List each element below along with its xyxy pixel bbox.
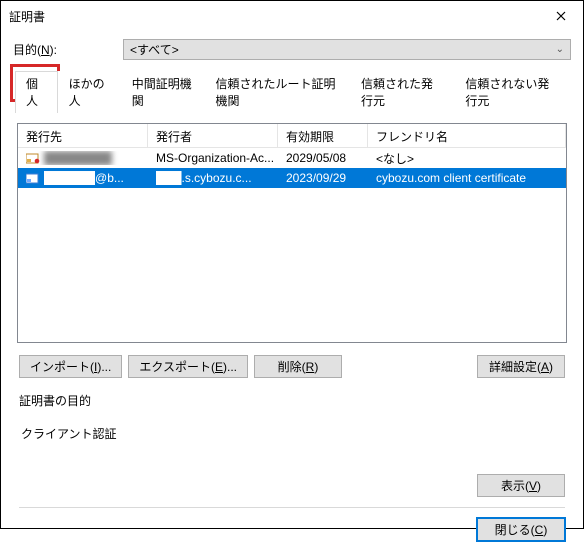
close-icon bbox=[556, 11, 566, 21]
certificates-dialog: 証明書 目的(N): <すべて> ⌄ 個人 ほかの人 中間証明機関 信頼されたル… bbox=[0, 0, 584, 529]
cell-expire: 2023/09/29 bbox=[278, 171, 368, 185]
cert-action-row: インポート(I)... エクスポート(E)... 削除(R) 詳細設定(A) bbox=[19, 355, 565, 378]
tab-trusted-root-ca[interactable]: 信頼されたルート証明機関 bbox=[205, 71, 351, 113]
purpose-label: 目的(N): bbox=[13, 41, 123, 58]
col-expire[interactable]: 有効期限 bbox=[278, 124, 368, 147]
tab-strip: 個人 ほかの人 中間証明機関 信頼されたルート証明機関 信頼された発行元 信頼さ… bbox=[15, 70, 569, 113]
intended-purpose-label: 証明書の目的 bbox=[19, 392, 565, 409]
table-row[interactable]: ████████ MS-Organization-Ac... 2029/05/0… bbox=[18, 148, 566, 168]
cell-friendly: cybozu.com client certificate bbox=[368, 171, 566, 185]
cell-issued-to: ████████ bbox=[18, 151, 148, 165]
export-button[interactable]: エクスポート(E)... bbox=[128, 355, 248, 378]
tab-intermediate-ca[interactable]: 中間証明機関 bbox=[121, 71, 205, 113]
intended-purpose-box: クライアント認証 bbox=[17, 415, 567, 444]
close-button[interactable]: 閉じる(C) bbox=[477, 518, 565, 541]
window-title: 証明書 bbox=[9, 8, 538, 25]
cell-expire: 2029/05/08 bbox=[278, 151, 368, 165]
cell-friendly: <なし> bbox=[368, 150, 566, 167]
purpose-select[interactable]: <すべて> ⌄ bbox=[123, 39, 571, 60]
titlebar: 証明書 bbox=[1, 1, 583, 31]
intended-purpose-value: クライアント認証 bbox=[19, 419, 565, 442]
certificate-list[interactable]: 発行先 発行者 有効期限 フレンドリ名 ████████ MS-Organiza… bbox=[17, 123, 567, 343]
tab-personal[interactable]: 個人 bbox=[15, 71, 58, 113]
col-issued-to[interactable]: 発行先 bbox=[18, 124, 148, 147]
dialog-body: 目的(N): <すべて> ⌄ 個人 ほかの人 中間証明機関 信頼されたルート証明… bbox=[1, 31, 583, 557]
table-row[interactable]: ██████@b... ███.s.cybozu.c... 2023/09/29… bbox=[18, 168, 566, 188]
certificate-icon bbox=[26, 152, 40, 164]
cell-issued-by: MS-Organization-Ac... bbox=[148, 151, 278, 165]
tabs-wrap: 個人 ほかの人 中間証明機関 信頼されたルート証明機関 信頼された発行元 信頼さ… bbox=[13, 70, 571, 545]
window-close-button[interactable] bbox=[538, 1, 583, 31]
advanced-button[interactable]: 詳細設定(A) bbox=[477, 355, 565, 378]
list-header: 発行先 発行者 有効期限 フレンドリ名 bbox=[18, 124, 566, 148]
col-issued-by[interactable]: 発行者 bbox=[148, 124, 278, 147]
purpose-selected-value: <すべて> bbox=[130, 41, 179, 58]
col-friendly-name[interactable]: フレンドリ名 bbox=[368, 124, 566, 147]
view-button[interactable]: 表示(V) bbox=[477, 474, 565, 497]
tab-trusted-publishers[interactable]: 信頼された発行元 bbox=[350, 71, 454, 113]
certificate-icon bbox=[26, 172, 40, 184]
purpose-row: 目的(N): <すべて> ⌄ bbox=[13, 39, 571, 60]
chevron-down-icon: ⌄ bbox=[556, 44, 564, 55]
import-button[interactable]: インポート(I)... bbox=[19, 355, 122, 378]
cell-issued-by: ███.s.cybozu.c... bbox=[148, 171, 278, 185]
tab-panel-personal: 発行先 発行者 有効期限 フレンドリ名 ████████ MS-Organiza… bbox=[13, 113, 571, 545]
cell-issued-to: ██████@b... bbox=[18, 171, 148, 185]
close-row: 閉じる(C) bbox=[17, 508, 567, 541]
view-row: 表示(V) bbox=[17, 474, 567, 497]
tab-other-people[interactable]: ほかの人 bbox=[58, 71, 121, 113]
tab-untrusted-publishers[interactable]: 信頼されない発行元 bbox=[454, 71, 569, 113]
remove-button[interactable]: 削除(R) bbox=[254, 355, 342, 378]
